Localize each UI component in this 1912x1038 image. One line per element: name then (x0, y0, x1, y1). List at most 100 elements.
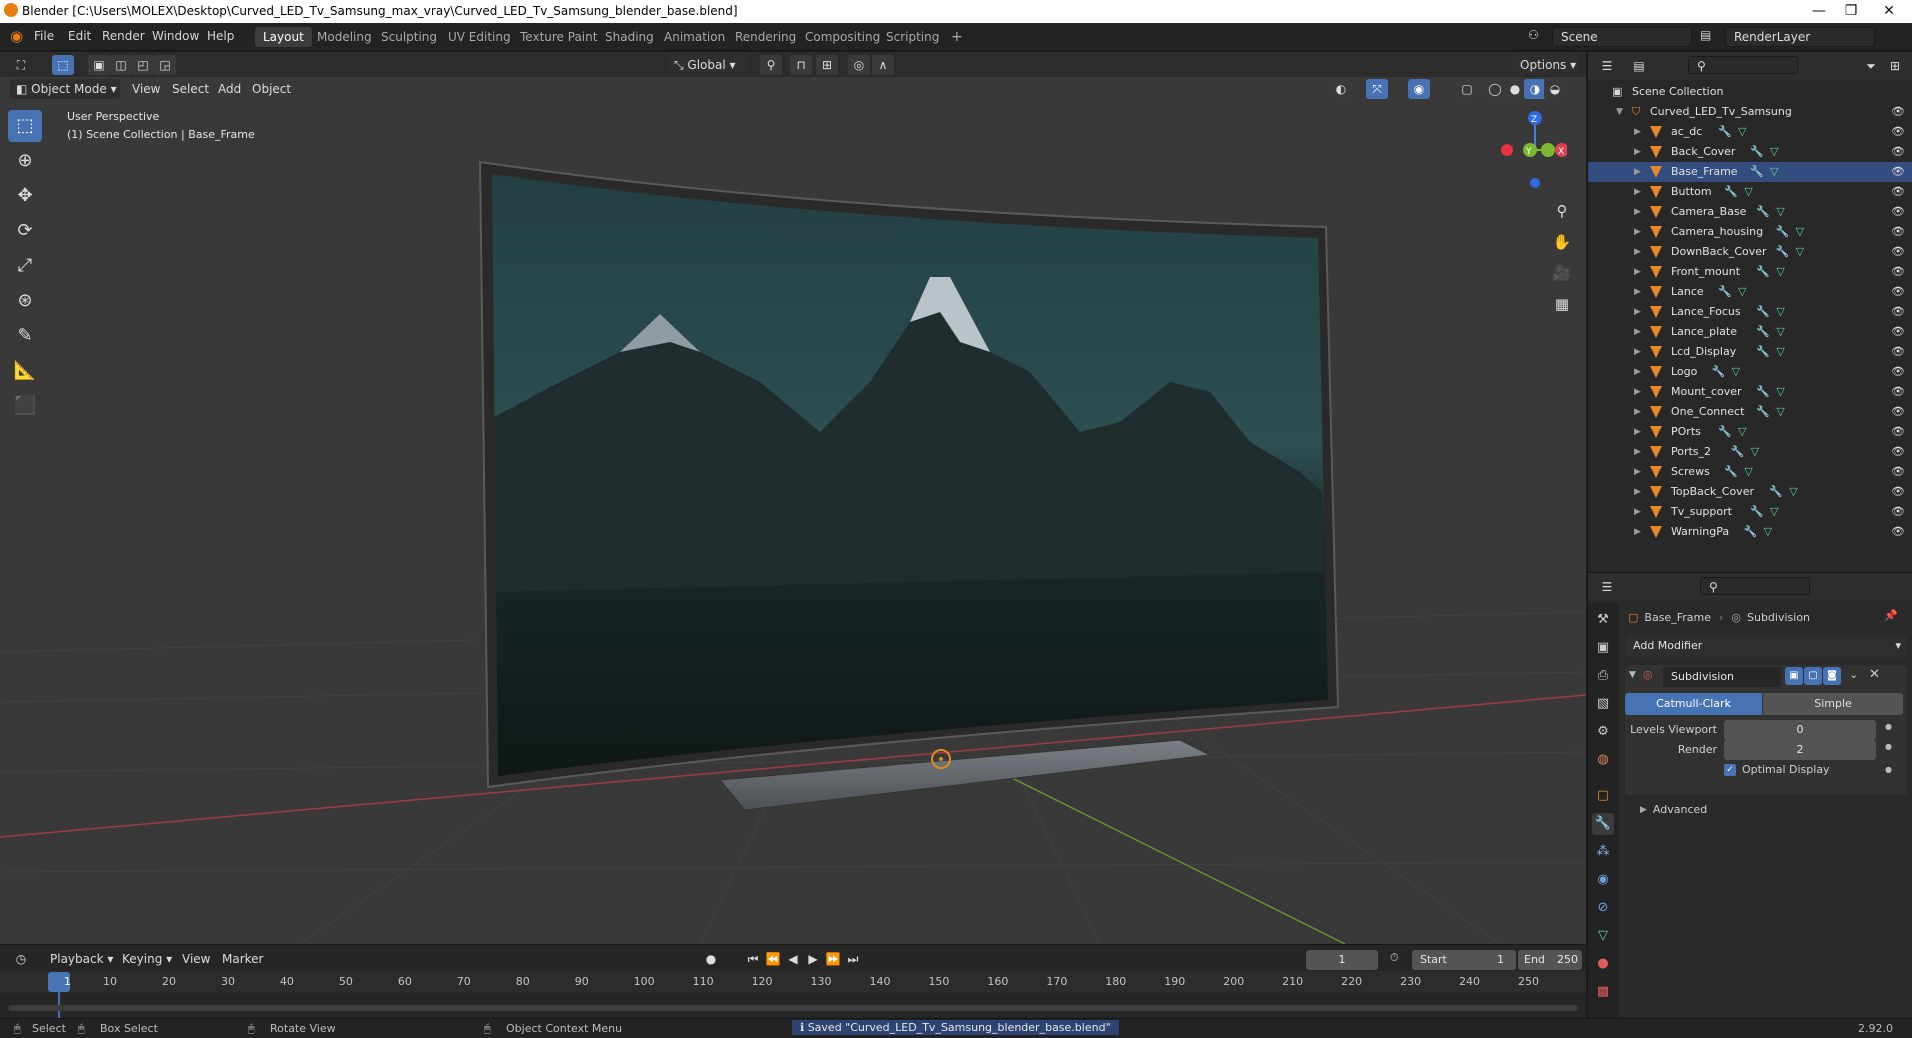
end-frame-field[interactable]: End 250 (1518, 950, 1582, 970)
modifiers-tab-icon[interactable]: 🔧 (1592, 813, 1614, 835)
outliner-object-row[interactable]: ▶ TopBack_Cover 🔧 ▽ 👁 (1588, 482, 1912, 502)
outliner-object-row[interactable]: ▶ Mount_cover 🔧 ▽ 👁 (1588, 382, 1912, 402)
timeline-menu-view[interactable]: View (182, 949, 210, 969)
modifier-wrench-icon[interactable]: 🔧 (1718, 122, 1732, 142)
texture-tab-icon[interactable]: ▩ (1592, 981, 1614, 1003)
object-visibility-icon[interactable]: 👁 (1891, 322, 1905, 342)
outliner-display-mode-icon[interactable]: ▤ (1628, 56, 1650, 76)
visibility-selectability-icon[interactable]: ◐ (1330, 79, 1352, 99)
view-layer-tab-icon[interactable]: ▧ (1592, 693, 1614, 715)
mesh-data-icon[interactable]: ▽ (1789, 482, 1797, 502)
modifier-wrench-icon[interactable]: 🔧 (1756, 262, 1770, 282)
record-icon[interactable]: ● (700, 949, 722, 969)
timeline-scrollbar[interactable] (8, 1005, 1578, 1011)
remove-modifier-icon[interactable]: ✕ (1869, 667, 1880, 682)
outliner-object-row[interactable]: ▶ Logo 🔧 ▽ 👁 (1588, 362, 1912, 382)
constraints-tab-icon[interactable]: ⊘ (1592, 897, 1614, 919)
select-box-tool-icon[interactable]: ⬚ (8, 110, 42, 142)
snap-target-icon[interactable]: ⊞ (816, 55, 838, 75)
scene-icon[interactable]: ⚇ (1528, 28, 1539, 42)
rendered-shading-icon[interactable]: ◒ (1544, 79, 1566, 99)
object-visibility-icon[interactable]: 👁 (1891, 162, 1905, 182)
object-visibility-icon[interactable]: 👁 (1891, 222, 1905, 242)
object-visibility-icon[interactable]: 👁 (1891, 502, 1905, 522)
render-levels-field[interactable]: 2 (1724, 740, 1876, 760)
modifier-wrench-icon[interactable]: 🔧 (1756, 302, 1770, 322)
tab-shading[interactable]: Shading (597, 27, 662, 47)
properties-search-input[interactable]: ⚲ (1700, 577, 1810, 595)
3d-viewport[interactable] (0, 52, 1586, 944)
collection-visibility-icon[interactable]: 👁 (1891, 102, 1905, 122)
collapse-arrow-icon[interactable]: ▼ (1629, 670, 1636, 680)
scene-tab-icon[interactable]: ⚙ (1592, 721, 1614, 743)
timeline-menu-marker[interactable]: Marker (222, 949, 263, 969)
next-keyframe-icon[interactable]: ⏩ (822, 949, 844, 969)
modifier-wrench-icon[interactable]: 🔧 (1724, 462, 1738, 482)
object-visibility-icon[interactable]: 👁 (1891, 522, 1905, 542)
outliner-object-row[interactable]: ▶ Screws 🔧 ▽ 👁 (1588, 462, 1912, 482)
proportional-edit-icon[interactable]: ◎ (848, 55, 870, 75)
modifier-wrench-icon[interactable]: 🔧 (1718, 422, 1732, 442)
mesh-data-icon[interactable]: ▽ (1751, 442, 1759, 462)
start-frame-field[interactable]: Start 1 (1412, 950, 1516, 970)
mesh-data-icon[interactable]: ▽ (1796, 222, 1804, 242)
modifier-wrench-icon[interactable]: 🔧 (1756, 382, 1770, 402)
jump-start-icon[interactable]: ⏮ (742, 949, 764, 969)
outliner-object-row[interactable]: ▶ Front_mount 🔧 ▽ 👁 (1588, 262, 1912, 282)
pin-icon[interactable]: 📌 (1884, 609, 1898, 622)
select-mode-extend-icon[interactable]: ◫ (110, 55, 132, 75)
modifier-wrench-icon[interactable]: 🔧 (1756, 322, 1770, 342)
object-expand-icon[interactable]: ▶ (1634, 382, 1641, 402)
mesh-data-icon[interactable]: ▽ (1764, 522, 1772, 542)
add-cube-tool-icon[interactable]: ⬛ (8, 390, 42, 422)
preview-range-icon[interactable]: ⏱ (1390, 951, 1399, 965)
render-tab-icon[interactable]: ▣ (1592, 637, 1614, 659)
output-tab-icon[interactable]: ⎙ (1592, 665, 1614, 687)
object-visibility-icon[interactable]: 👁 (1891, 302, 1905, 322)
object-expand-icon[interactable]: ▶ (1634, 362, 1641, 382)
object-visibility-icon[interactable]: 👁 (1891, 242, 1905, 262)
object-expand-icon[interactable]: ▶ (1634, 342, 1641, 362)
mesh-data-icon[interactable]: ▽ (1744, 462, 1752, 482)
outliner-object-row[interactable]: ▶ ac_dc 🔧 ▽ 👁 (1588, 122, 1912, 142)
object-expand-icon[interactable]: ▶ (1634, 502, 1641, 522)
tab-layout[interactable]: Layout (255, 27, 312, 47)
modifier-wrench-icon[interactable]: 🔧 (1776, 222, 1790, 242)
pivot-point-icon[interactable]: ⚲ (760, 55, 782, 75)
outliner-object-row[interactable]: ▶ Camera_Base 🔧 ▽ 👁 (1588, 202, 1912, 222)
render-toggle-icon[interactable]: ◙ (1823, 667, 1841, 685)
menu-window[interactable]: Window (152, 29, 199, 43)
options-dropdown[interactable]: Options ▾ (1512, 55, 1578, 75)
add-workspace-button[interactable]: + (943, 27, 971, 47)
object-visibility-icon[interactable]: 👁 (1891, 362, 1905, 382)
collection-expand-icon[interactable]: ▼ (1616, 102, 1623, 122)
object-visibility-icon[interactable]: 👁 (1891, 442, 1905, 462)
mesh-data-icon[interactable]: ▽ (1776, 342, 1784, 362)
object-expand-icon[interactable]: ▶ (1634, 202, 1641, 222)
keyframe-dot-icon-3[interactable]: ● (1885, 765, 1892, 774)
tab-compositing[interactable]: Compositing (797, 27, 888, 47)
object-visibility-icon[interactable]: 👁 (1891, 202, 1905, 222)
object-visibility-icon[interactable]: 👁 (1891, 282, 1905, 302)
menu-help[interactable]: Help (207, 29, 234, 43)
select-tool-icon[interactable]: ⬚ (52, 55, 74, 75)
object-visibility-icon[interactable]: 👁 (1891, 182, 1905, 202)
mesh-data-icon[interactable]: ▽ (1770, 502, 1778, 522)
new-collection-icon[interactable]: ⊞ (1884, 56, 1906, 76)
object-visibility-icon[interactable]: 👁 (1891, 382, 1905, 402)
mesh-data-icon[interactable]: ▽ (1744, 182, 1752, 202)
tab-uv-editing[interactable]: UV Editing (440, 27, 519, 47)
viewport-menu-select[interactable]: Select (172, 79, 209, 99)
blender-menu-icon[interactable]: ◉ (10, 27, 23, 45)
wireframe-shading-icon[interactable]: ◯ (1484, 79, 1506, 99)
play-reverse-icon[interactable]: ◀ (782, 949, 804, 969)
object-expand-icon[interactable]: ▶ (1634, 222, 1641, 242)
object-expand-icon[interactable]: ▶ (1634, 522, 1641, 542)
object-expand-icon[interactable]: ▶ (1634, 322, 1641, 342)
object-tab-icon[interactable]: ▢ (1592, 785, 1614, 807)
menu-render[interactable]: Render (102, 29, 145, 43)
object-expand-icon[interactable]: ▶ (1634, 142, 1641, 162)
optimal-display-checkbox[interactable]: ✓ Optimal Display (1724, 763, 1830, 776)
mesh-data-icon[interactable]: ▽ (1776, 302, 1784, 322)
object-expand-icon[interactable]: ▶ (1634, 462, 1641, 482)
